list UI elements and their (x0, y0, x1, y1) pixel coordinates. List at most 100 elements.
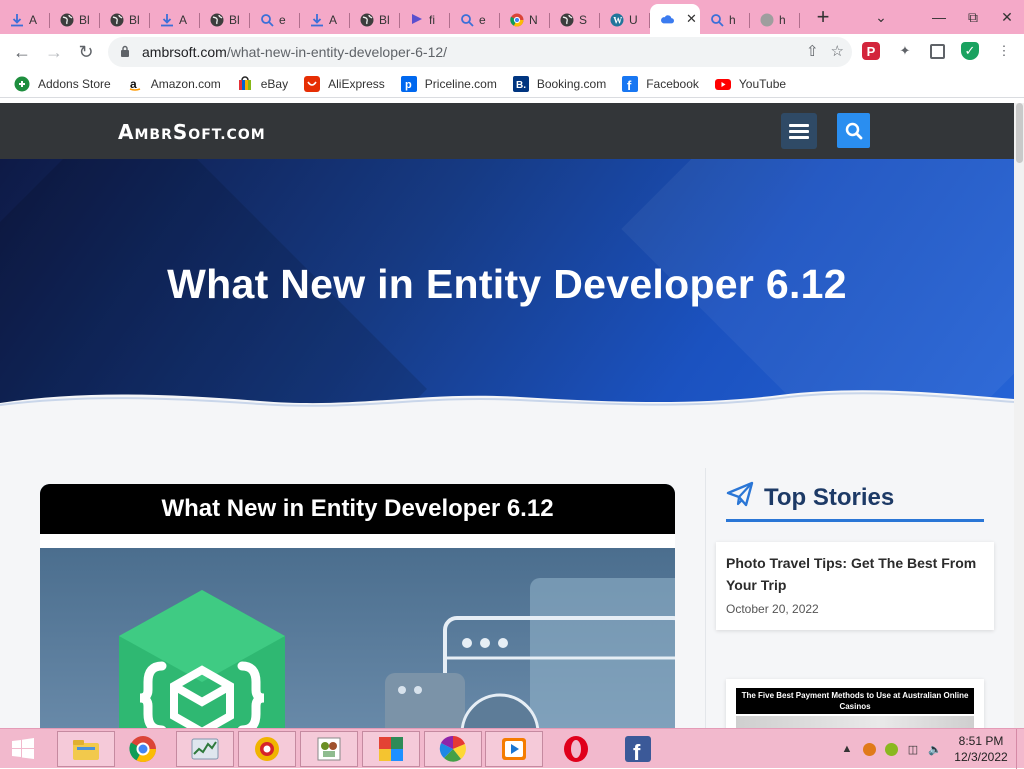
volume-icon[interactable]: 🔈 (924, 739, 946, 759)
story-thumbnail[interactable] (736, 716, 974, 728)
taskbar-clock[interactable]: 8:51 PM 12/3/2022 (946, 733, 1016, 765)
show-desktop-button[interactable] (1016, 729, 1024, 769)
tab-title: h (779, 13, 786, 27)
page-scrollbar[interactable] (1014, 103, 1024, 728)
minimize-icon[interactable]: — (922, 9, 956, 25)
forward-icon[interactable]: → (38, 36, 70, 68)
booking-icon: B. (512, 75, 529, 92)
bookmark-item[interactable]: Addons Store (14, 76, 111, 92)
network-icon[interactable]: ◫ (902, 739, 924, 759)
tab-title: Bl (379, 13, 390, 27)
address-bar[interactable]: ambrsoft.com/what-new-in-entity-develope… (108, 37, 852, 67)
browser-tab[interactable]: N (500, 6, 550, 34)
bookmarks-bar: Addons Store a Amazon.com eBay AliExpress p Pr… (0, 70, 1024, 98)
media-player-icon[interactable] (485, 731, 543, 767)
bookmark-item[interactable]: f Facebook (622, 75, 699, 92)
pinterest-extension-icon[interactable]: P (862, 42, 880, 60)
browser-ball-icon[interactable] (238, 731, 296, 767)
browser-tab[interactable]: h (750, 6, 800, 34)
security-shield-icon[interactable]: ✓ (961, 42, 979, 60)
page-title: What New in Entity Developer 6.12 (167, 261, 847, 307)
site-logo[interactable]: AMBRSOFT.COM (118, 120, 266, 144)
browser-tab-active[interactable]: ✕ (650, 4, 700, 34)
side-panel-icon[interactable] (930, 43, 945, 59)
scrollbar-thumb[interactable] (1016, 103, 1023, 163)
pinwheel-icon[interactable] (424, 731, 482, 767)
browser-tab[interactable]: e (450, 6, 500, 34)
browser-tab[interactable]: Bl (50, 6, 100, 34)
lock-icon[interactable] (120, 45, 132, 60)
svg-text:p: p (405, 79, 412, 91)
menu-hamburger-icon[interactable] (781, 113, 817, 149)
browser-menu-icon[interactable]: ⋮ (995, 42, 1013, 60)
solitaire-icon[interactable] (300, 731, 358, 767)
windows-taskbar: f ▲ ◫ 🔈 8:51 PM 12/3/2022 (0, 728, 1024, 769)
bookmark-item[interactable]: p Priceline.com (400, 75, 497, 92)
reload-icon[interactable]: ↻ (70, 36, 102, 68)
story-thumbnail-title[interactable]: The Five Best Payment Methods to Use at … (736, 688, 974, 714)
facebook-icon[interactable]: f (609, 731, 667, 767)
tab-title: N (529, 13, 538, 27)
search-icon (710, 13, 724, 27)
browser-tab[interactable]: A (0, 6, 50, 34)
svg-text:f: f (627, 78, 632, 92)
story-card[interactable]: The Five Best Payment Methods to Use at … (726, 679, 984, 728)
bookmark-label: YouTube (738, 76, 787, 91)
browser-tab[interactable]: S (550, 6, 600, 34)
browser-tab[interactable]: Bl (100, 6, 150, 34)
chrome-icon[interactable] (114, 731, 172, 767)
tab-strip: A Bl Bl A Bl e A Bl fi e N S W U ✕ h h + ⌄ — ⧉ ✕ (0, 0, 1024, 34)
bookmark-item[interactable]: a Amazon.com (127, 76, 221, 92)
bookmark-label: Booking.com (536, 76, 607, 91)
browser-tab[interactable]: WU (600, 6, 650, 34)
tray-app-orange-icon[interactable] (858, 739, 880, 759)
tab-title: A (179, 13, 188, 27)
clock-time: 8:51 PM (958, 734, 1004, 748)
task-manager-icon[interactable] (176, 731, 234, 767)
browser-tab[interactable]: A (150, 6, 200, 34)
back-icon[interactable]: ← (6, 36, 38, 68)
bookmark-star-icon[interactable]: ☆ (831, 42, 844, 60)
wordpress-icon: W (610, 13, 624, 27)
tab-title: e (479, 13, 486, 27)
window-controls: ⌄ — ⧉ ✕ (864, 0, 1024, 34)
featured-image-artwork: NET (40, 548, 675, 728)
browser-tab[interactable]: Bl (200, 6, 250, 34)
sidebar-title-rule (726, 519, 984, 522)
site-header: AMBRSOFT.COM (0, 103, 1014, 159)
tray-app-green-icon[interactable] (880, 739, 902, 759)
globe-icon (60, 13, 74, 27)
new-tab-button[interactable]: + (806, 2, 840, 32)
browser-tab[interactable]: Bl (350, 6, 400, 34)
search-icon (460, 13, 474, 27)
show-hidden-icons-icon[interactable]: ▲ (836, 739, 858, 759)
browser-tab[interactable]: A (300, 6, 350, 34)
featured-image[interactable]: What New in Entity Developer 6.12 NET (40, 484, 675, 728)
tab-title: Bl (129, 13, 140, 27)
windows-start-icon[interactable] (6, 734, 40, 764)
svg-text:W: W (613, 16, 622, 26)
story-card[interactable]: Photo Travel Tips: Get The Best From You… (716, 542, 994, 630)
file-explorer-icon[interactable] (57, 731, 115, 767)
browser-tab[interactable]: e (250, 6, 300, 34)
featured-image-title: What New in Entity Developer 6.12 (40, 484, 675, 534)
opera-icon[interactable] (547, 731, 605, 767)
close-tab-icon[interactable]: ✕ (686, 11, 697, 27)
flag-icon (410, 13, 424, 27)
close-window-icon[interactable]: ✕ (990, 9, 1024, 26)
bookmark-item[interactable]: AliExpress (304, 75, 385, 92)
restore-icon[interactable]: ⧉ (956, 9, 990, 26)
tab-search-icon[interactable]: ⌄ (864, 9, 898, 26)
site-search-icon[interactable] (837, 113, 870, 148)
bookmark-item[interactable]: eBay (237, 75, 288, 92)
browser-tab[interactable]: fi (400, 6, 450, 34)
url-text: ambrsoft.com/what-new-in-entity-develope… (142, 44, 448, 60)
share-icon[interactable]: ⇧ (806, 42, 819, 60)
media-app-icon[interactable] (362, 731, 420, 767)
bookmark-item[interactable]: B. Booking.com (512, 75, 607, 92)
story-date: October 20, 2022 (726, 602, 819, 616)
extensions-puzzle-icon[interactable]: ✦ (896, 42, 914, 60)
story-title[interactable]: Photo Travel Tips: Get The Best From You… (726, 552, 984, 596)
browser-tab[interactable]: h (700, 6, 750, 34)
bookmark-item[interactable]: YouTube (714, 76, 787, 92)
